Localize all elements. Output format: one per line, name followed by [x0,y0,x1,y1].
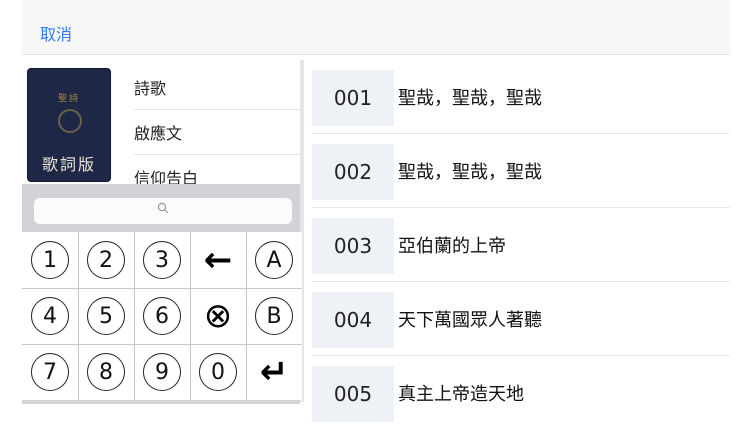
number-keypad: 1 2 3 ← A 4 5 6 ⊗ B 7 8 9 0 ↵ [22,184,302,404]
key-divider [78,232,79,400]
list-item[interactable]: 002 聖哉，聖哉，聖哉 [312,134,730,208]
key-8[interactable]: 8 [78,344,134,400]
backspace-key[interactable]: ← [190,232,246,288]
key-divider [246,232,247,400]
cancel-button[interactable]: 取消 [40,21,72,45]
key-4[interactable]: 4 [22,288,78,344]
search-field[interactable] [34,198,292,224]
key-label: B [255,297,293,335]
hymn-title: 天下萬國眾人著聽 [398,310,542,331]
key-label: 9 [143,353,181,391]
key-1[interactable]: 1 [22,232,78,288]
enter-icon: ↵ [259,352,289,392]
clear-icon: ⊗ [203,296,233,336]
key-5[interactable]: 5 [78,288,134,344]
cover-top-text: 聖詩 [57,94,80,104]
key-7[interactable]: 7 [22,344,78,400]
key-6[interactable]: 6 [134,288,190,344]
key-label: 2 [87,241,125,279]
list-item[interactable]: 001 聖哉，聖哉，聖哉 [312,60,730,134]
hymn-title: 聖哉，聖哉，聖哉 [398,88,542,109]
key-label: 3 [143,241,181,279]
hymn-number: 002 [312,144,394,200]
hymnbook-cover[interactable]: 聖詩 歌詞版 [28,69,110,181]
key-2[interactable]: 2 [78,232,134,288]
key-divider [22,288,302,289]
hymn-title: 真主上帝造天地 [398,384,524,405]
key-label: 0 [199,353,237,391]
key-label: 1 [31,241,69,279]
list-item[interactable]: 003 亞伯蘭的上帝 [312,208,730,282]
key-label: 8 [87,353,125,391]
category-menu: 詩歌 啟應文 信仰告白 [134,65,300,200]
key-grid: 1 2 3 ← A 4 5 6 ⊗ B 7 8 9 0 ↵ [22,232,302,412]
key-label: 5 [87,297,125,335]
key-divider [134,232,135,400]
key-divider [22,344,302,345]
key-divider [190,232,191,400]
key-label: A [255,241,293,279]
key-0[interactable]: 0 [190,344,246,400]
clear-key[interactable]: ⊗ [190,288,246,344]
key-9[interactable]: 9 [134,344,190,400]
hymn-number: 004 [312,292,394,348]
key-label: 7 [31,353,69,391]
key-label: 6 [143,297,181,335]
hymn-title: 亞伯蘭的上帝 [398,236,506,257]
hymn-title: 聖哉，聖哉，聖哉 [398,162,542,183]
menu-item-hymns[interactable]: 詩歌 [134,65,300,110]
hymn-number: 005 [312,366,394,422]
key-a[interactable]: A [246,232,302,288]
search-icon [157,202,169,218]
list-item[interactable]: 005 真主上帝造天地 [312,356,730,430]
hymn-number: 001 [312,70,394,126]
emblem-icon [58,109,82,133]
key-3[interactable]: 3 [134,232,190,288]
list-item[interactable]: 004 天下萬國眾人著聽 [312,282,730,356]
top-bar: 取消 [22,0,730,55]
menu-item-responsive-reading[interactable]: 啟應文 [134,110,300,155]
backspace-icon: ← [203,240,233,280]
key-label: 4 [31,297,69,335]
cover-title: 歌詞版 [41,155,96,174]
hymn-number: 003 [312,218,394,274]
key-b[interactable]: B [246,288,302,344]
enter-key[interactable]: ↵ [246,344,302,400]
